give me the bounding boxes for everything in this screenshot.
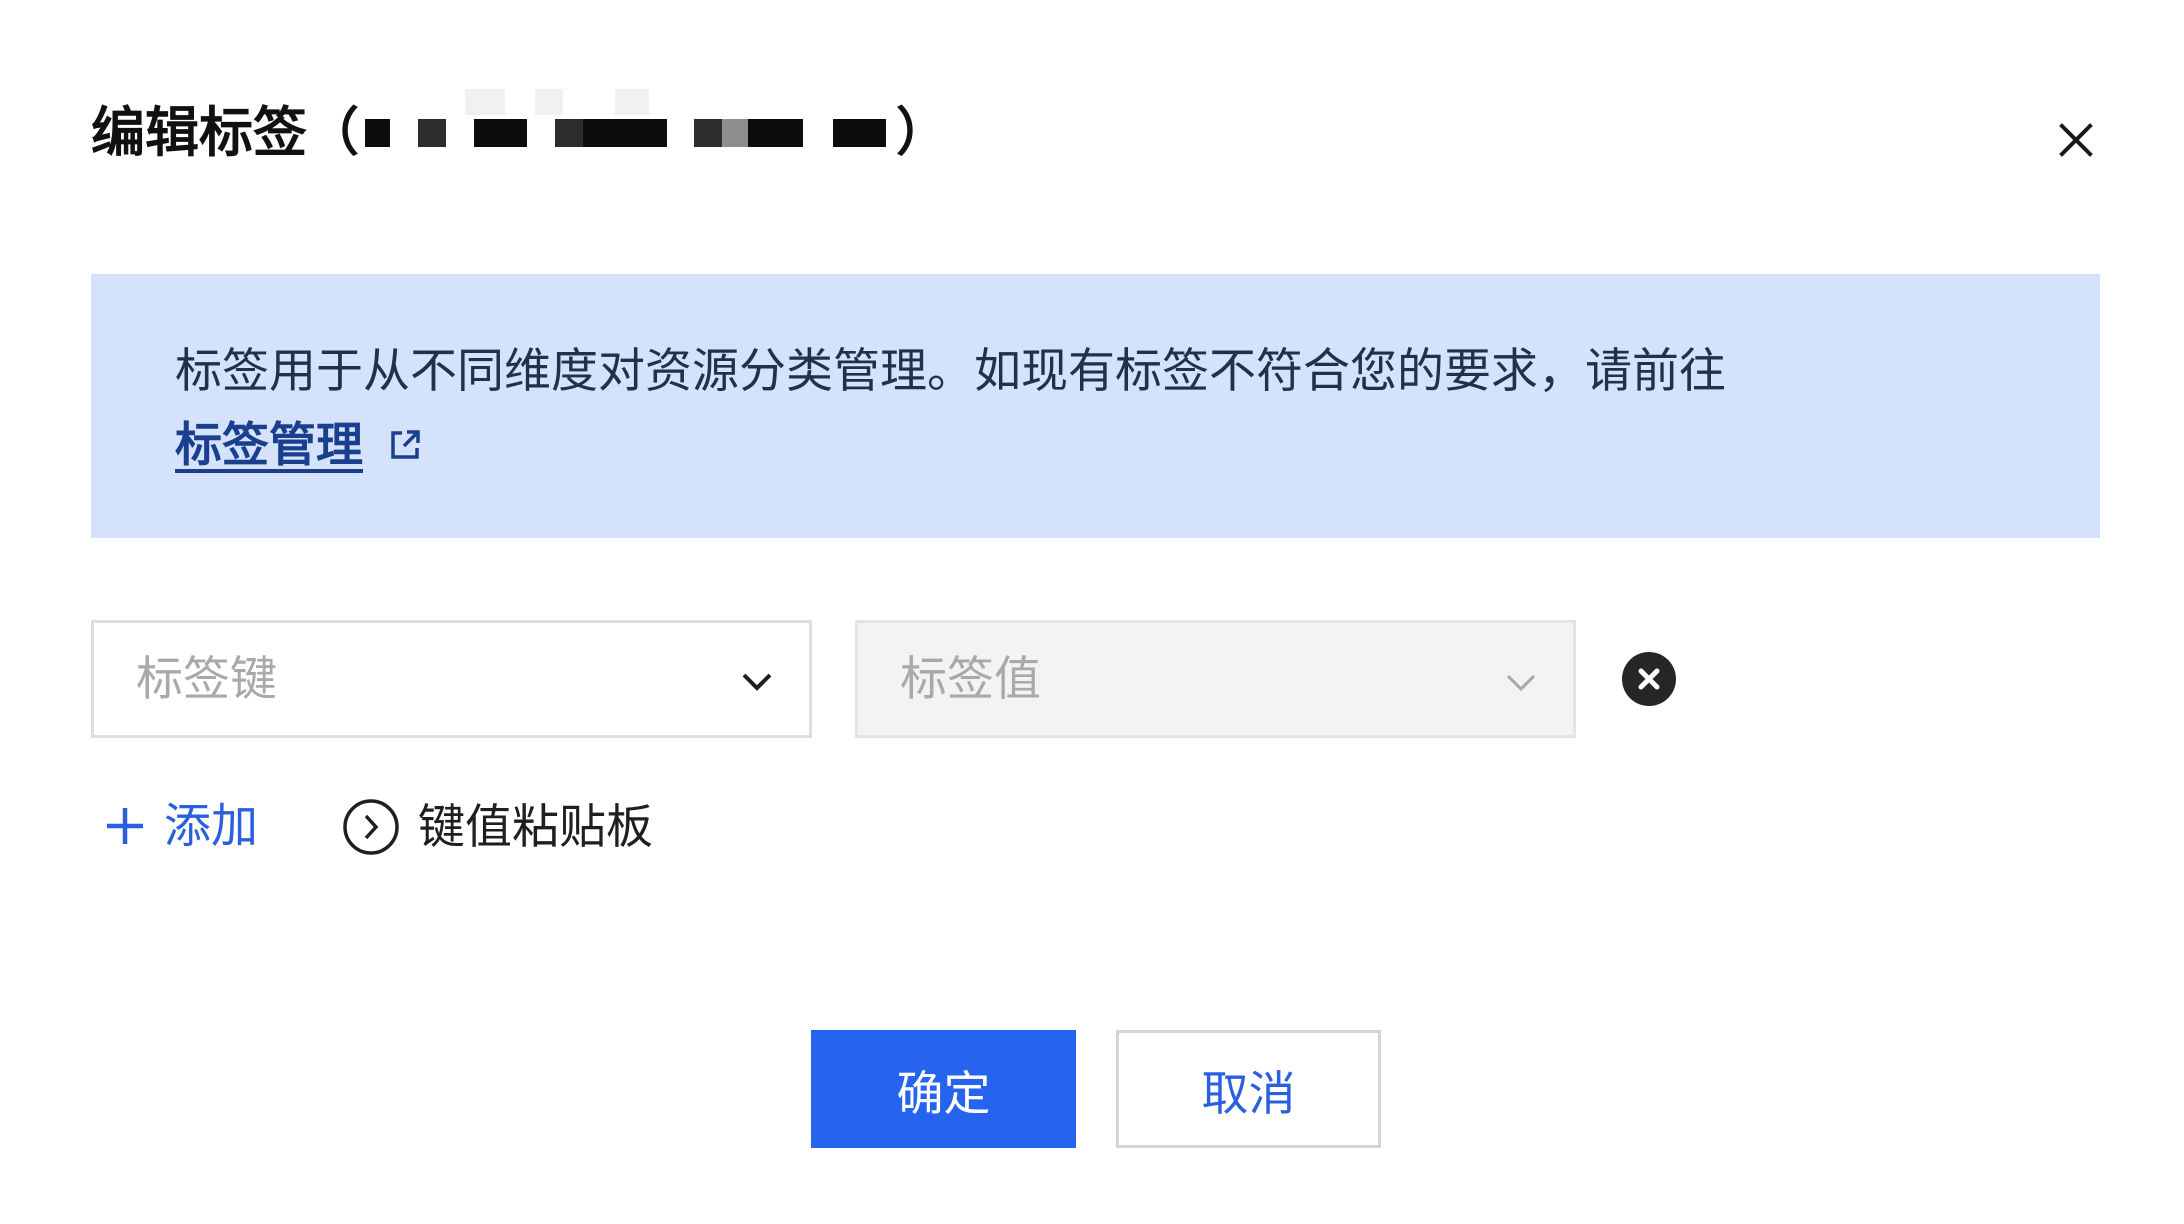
plus-icon xyxy=(107,808,143,844)
dialog-title-text: 编辑标签 xyxy=(91,103,307,163)
key-value-clipboard-button[interactable]: 键值粘贴板 xyxy=(342,797,653,857)
title-paren-open: （ xyxy=(307,104,360,162)
tag-management-link[interactable]: 标签管理 xyxy=(175,408,363,482)
redacted-block xyxy=(748,119,804,147)
redacted-block xyxy=(694,119,723,147)
close-icon xyxy=(2059,123,2093,157)
tag-value-placeholder: 标签值 xyxy=(900,652,1041,705)
redacted-block xyxy=(465,89,506,115)
chevron-down-icon xyxy=(1506,674,1536,692)
chevron-right-circle-icon xyxy=(343,799,399,855)
title-paren-close: ） xyxy=(896,104,949,162)
external-link-icon[interactable] xyxy=(387,427,423,463)
redacted-block xyxy=(833,119,887,147)
info-banner-text: 标签用于从不同维度对资源分类管理。如现有标签不符合您的要求，请前往 xyxy=(175,344,1726,397)
add-tag-label: 添加 xyxy=(164,799,258,852)
tag-management-link-row: 标签管理 xyxy=(175,408,2100,482)
tag-key-select[interactable]: 标签键 xyxy=(91,620,812,738)
add-tag-button[interactable]: 添加 xyxy=(104,796,258,856)
redacted-block xyxy=(555,119,584,147)
redacted-resource-name xyxy=(365,89,887,147)
info-banner: 标签用于从不同维度对资源分类管理。如现有标签不符合您的要求，请前往 标签管理 xyxy=(91,274,2100,538)
tag-key-placeholder: 标签键 xyxy=(136,652,277,705)
redacted-block xyxy=(722,119,749,147)
key-value-clipboard-label: 键值粘贴板 xyxy=(418,800,653,853)
redacted-block xyxy=(418,119,447,147)
redacted-block xyxy=(535,89,564,115)
remove-tag-button[interactable] xyxy=(1622,652,1676,706)
confirm-button[interactable]: 确定 xyxy=(811,1030,1076,1148)
cancel-button[interactable]: 取消 xyxy=(1116,1030,1381,1148)
dialog-title: 编辑标签 （ ） xyxy=(91,89,949,163)
redacted-block xyxy=(583,119,668,147)
chevron-down-icon xyxy=(742,673,772,691)
remove-circle-icon xyxy=(1622,652,1676,706)
redacted-block xyxy=(365,119,391,147)
redacted-block xyxy=(615,89,650,115)
tag-value-select[interactable]: 标签值 xyxy=(855,620,1576,738)
redacted-block xyxy=(474,119,528,147)
close-button[interactable] xyxy=(2056,120,2096,160)
